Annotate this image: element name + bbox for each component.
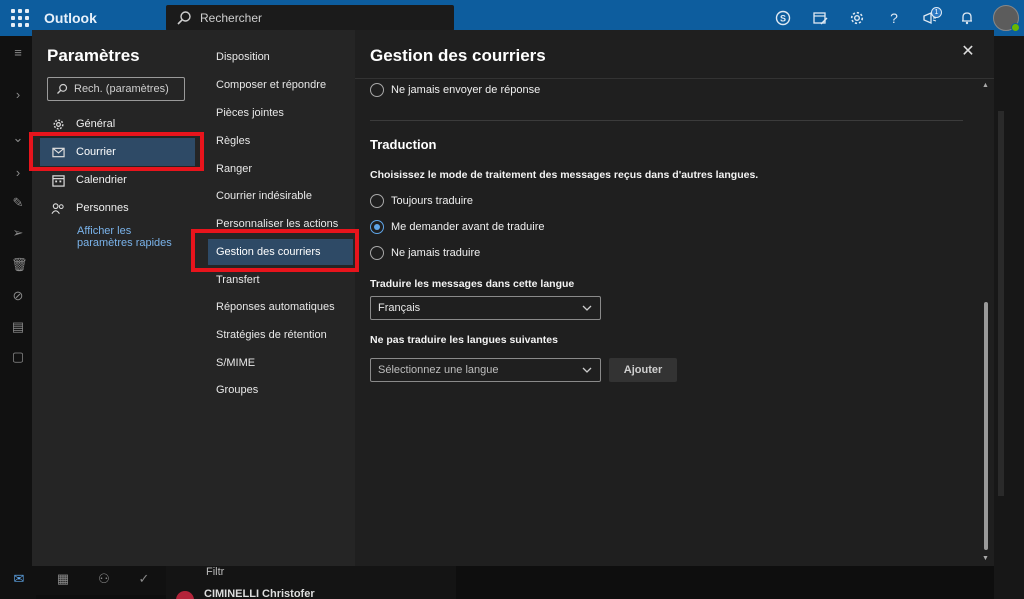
translation-description: Choisissez le mode de traitement des mes… xyxy=(370,169,759,181)
chevron-right-icon[interactable]: › xyxy=(11,88,25,102)
scroll-up-icon[interactable]: ▲ xyxy=(982,82,989,89)
chevron-down-icon[interactable]: ⌄ xyxy=(11,131,25,145)
filter-label[interactable]: Filtr xyxy=(206,566,224,578)
target-language-label: Traduire les messages dans cette langue xyxy=(370,278,575,290)
section-disposition[interactable]: Disposition xyxy=(208,44,353,70)
section-sweep[interactable]: Ranger xyxy=(208,156,353,182)
send-icon[interactable]: ➢ xyxy=(11,226,25,240)
search-box[interactable]: Rechercher xyxy=(166,5,454,31)
dropdown-placeholder: Sélectionnez une langue xyxy=(378,364,499,376)
search-icon xyxy=(177,11,191,25)
quick-settings-link[interactable]: Afficher les paramètres rapides xyxy=(77,225,187,249)
section-divider xyxy=(370,120,963,121)
section-junk-mail[interactable]: Courrier indésirable xyxy=(208,183,353,209)
block-icon[interactable]: ⊘ xyxy=(11,289,25,303)
section-groups[interactable]: Groupes xyxy=(208,377,353,403)
message-handling-pane: Gestion des courriers ✕ Ne jamais envoye… xyxy=(355,30,994,566)
svg-text:S: S xyxy=(780,14,786,24)
mail-nav-icon[interactable]: ✉ xyxy=(12,572,26,586)
people-icon xyxy=(50,200,66,216)
settings-gear-icon[interactable] xyxy=(848,9,866,27)
option-label: Ne jamais envoyer de réponse xyxy=(391,84,541,96)
settings-dialog: Paramètres Rech. (paramètres) Général Co… xyxy=(32,30,994,566)
note-icon[interactable]: ▢ xyxy=(11,350,25,364)
search-icon xyxy=(57,83,68,94)
option-label: Me demander avant de traduire xyxy=(391,221,545,233)
settings-scrollbar[interactable]: ▲ ▼ xyxy=(982,82,990,564)
highlight-message-handling xyxy=(191,229,359,272)
message-list-peek: Filtr CIMINELLI Christofer xyxy=(166,566,456,599)
exclude-languages-label: Ne pas traduire les langues suivantes xyxy=(370,334,558,346)
highlight-mail-category xyxy=(29,132,204,171)
hamburger-icon[interactable]: ≡ xyxy=(11,46,25,60)
section-compose-reply[interactable]: Composer et répondre xyxy=(208,72,353,98)
chevron-right-icon[interactable]: › xyxy=(11,166,25,180)
gear-icon xyxy=(50,116,66,132)
exclude-language-dropdown[interactable]: Sélectionnez une langue xyxy=(370,358,601,382)
section-rules[interactable]: Règles xyxy=(208,128,353,154)
skype-icon[interactable]: S xyxy=(774,9,792,27)
sender-name[interactable]: CIMINELLI Christofer xyxy=(204,588,315,599)
translate-never-option[interactable]: Ne jamais traduire xyxy=(370,246,480,260)
app-brand[interactable]: Outlook xyxy=(44,10,97,26)
settings-title: Paramètres xyxy=(47,46,140,65)
mail-sections-pane: Disposition Composer et répondre Pièces … xyxy=(202,30,355,566)
close-icon[interactable]: ✕ xyxy=(960,44,976,60)
tasks-nav-icon[interactable]: ✓ xyxy=(137,572,151,586)
reading-pane-scrollbar[interactable] xyxy=(998,111,1004,496)
section-attachments[interactable]: Pièces jointes xyxy=(208,100,353,126)
translate-always-option[interactable]: Toujours traduire xyxy=(370,194,473,208)
translation-section-title: Traduction xyxy=(370,137,437,152)
section-smime[interactable]: S/MIME xyxy=(208,350,353,376)
presence-dot xyxy=(1011,23,1020,32)
radio-button-selected[interactable] xyxy=(370,220,384,234)
radio-button[interactable] xyxy=(370,83,384,97)
section-automatic-replies[interactable]: Réponses automatiques xyxy=(208,294,353,320)
radio-button[interactable] xyxy=(370,194,384,208)
archive-icon[interactable]: ▤ xyxy=(11,320,25,334)
user-avatar[interactable] xyxy=(993,5,1020,32)
compose-calendar-icon[interactable] xyxy=(811,9,829,27)
help-icon[interactable]: ? xyxy=(885,9,903,27)
category-people[interactable]: Personnes xyxy=(40,194,195,222)
category-label: Général xyxy=(76,118,116,130)
chevron-down-icon xyxy=(582,305,592,311)
calendar-nav-icon[interactable]: ▦ xyxy=(56,572,70,586)
read-receipt-never-option[interactable]: Ne jamais envoyer de réponse xyxy=(370,83,540,97)
people-nav-icon[interactable]: ⚇ xyxy=(97,572,111,586)
header-divider xyxy=(355,78,994,79)
page-title: Gestion des courriers xyxy=(370,46,546,65)
calendar-icon xyxy=(50,172,66,188)
app-launcher-icon[interactable] xyxy=(8,7,30,29)
option-label: Ne jamais traduire xyxy=(391,247,481,259)
left-rail: ≡ › ⌄ › ✎ ➢ 🗑 ⊘ ▤ ▢ xyxy=(0,36,36,599)
settings-search-placeholder: Rech. (paramètres) xyxy=(74,83,169,95)
target-language-dropdown[interactable]: Français xyxy=(370,296,601,320)
category-label: Calendrier xyxy=(76,174,127,186)
trash-icon[interactable]: 🗑 xyxy=(11,258,28,272)
settings-categories-pane: Paramètres Rech. (paramètres) Général Co… xyxy=(32,30,202,566)
settings-search-input[interactable]: Rech. (paramètres) xyxy=(47,77,185,101)
radio-button[interactable] xyxy=(370,246,384,260)
bell-icon[interactable] xyxy=(958,9,976,27)
dropdown-value: Français xyxy=(378,302,421,314)
scrollbar-thumb[interactable] xyxy=(984,302,988,550)
section-retention-policies[interactable]: Stratégies de rétention xyxy=(208,322,353,348)
scroll-down-icon[interactable]: ▼ xyxy=(982,555,989,562)
notification-badge: 1 xyxy=(931,7,942,18)
bottom-nav: ✉ ▦ ⚇ ✓ xyxy=(0,565,166,595)
reading-pane-edge xyxy=(994,36,1024,599)
translate-ask-option[interactable]: Me demander avant de traduire xyxy=(370,220,544,234)
search-placeholder: Rechercher xyxy=(200,11,263,25)
chevron-down-icon xyxy=(582,367,592,373)
sender-avatar xyxy=(176,591,194,599)
option-label: Toujours traduire xyxy=(391,195,473,207)
add-language-button[interactable]: Ajouter xyxy=(609,358,677,382)
category-label: Personnes xyxy=(76,202,129,214)
pencil-icon[interactable]: ✎ xyxy=(11,196,25,210)
